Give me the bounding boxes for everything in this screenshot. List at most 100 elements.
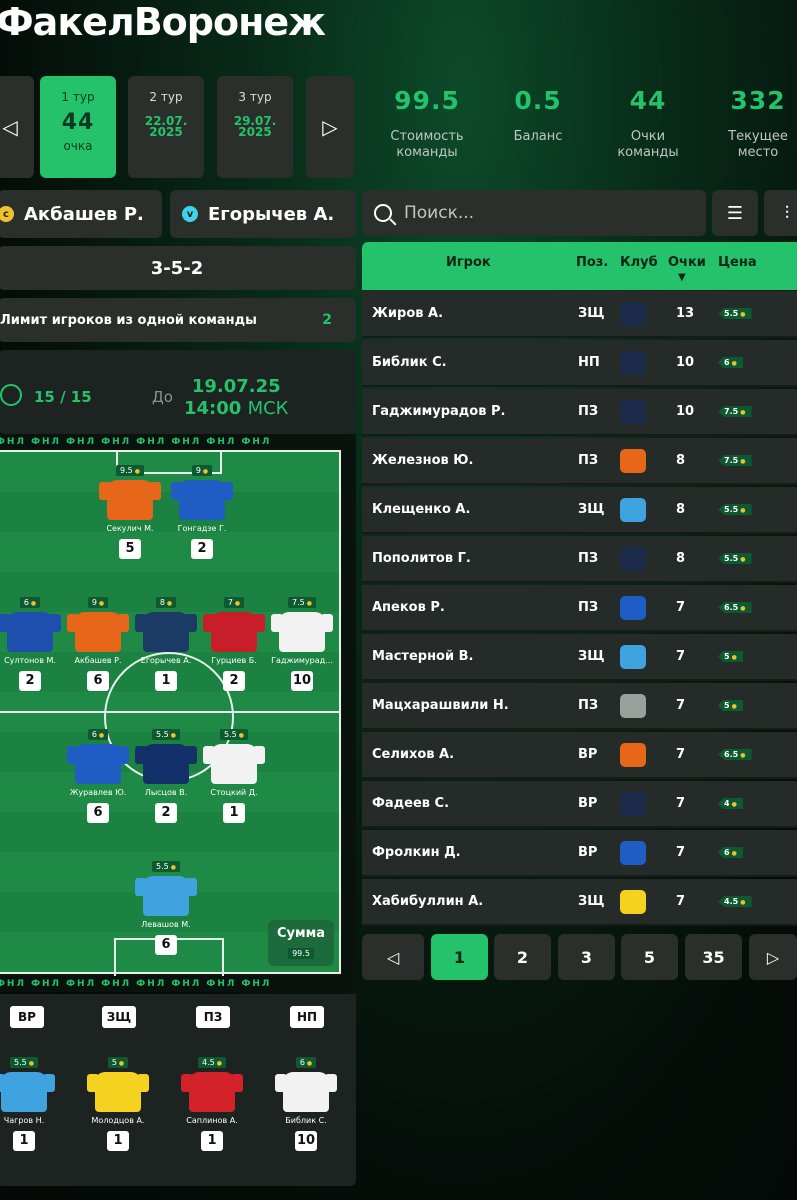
pitch-player[interactable]: 6 Султонов М. 2 [0,590,62,691]
player-name: Саплинов А. [186,1116,238,1125]
table-row[interactable]: Пополитов Г. ПЗ 8 5.5 [362,536,797,583]
jersey-icon [135,744,197,784]
row-price: 4.5 [718,896,752,907]
player-price: 6 [87,729,109,740]
player-price: 5.5 [220,729,248,740]
formation-selector[interactable]: 3-5-2 [0,246,356,290]
vice-captain-selector[interactable]: v Егорычев А. [170,190,356,238]
table-row[interactable]: Мастерной В. ЗЩ 7 5 [362,634,797,681]
player-name: Журавлев Ю. [69,788,127,797]
table-row[interactable]: Селихов А. ВР 7 6.5 [362,732,797,779]
player-points: 6 [87,671,109,691]
row-player-name: Библик С. [372,355,447,370]
row-player-name: Пополитов Г. [372,551,471,566]
filter-sliders-icon: ⫶ [784,202,790,224]
player-points: 2 [191,539,213,559]
row-price: 6 [718,847,743,858]
player-count-icon [0,384,22,406]
table-row[interactable]: Апеков Р. ПЗ 7 6.5 [362,585,797,632]
player-points: 2 [19,671,41,691]
round-card-2[interactable]: 2 тур 22.07. 2025 [128,76,204,178]
table-row[interactable]: Мацхарашвили Н. ПЗ 7 5 [362,683,797,730]
table-row[interactable]: Клещенко А. ЗЩ 8 5.5 [362,487,797,534]
player-price: 7.5 [288,597,316,608]
page-button[interactable]: 35 [685,934,742,980]
bench-player[interactable]: 5 Молодцов А. 1 [86,1050,150,1151]
row-position: ПЗ [578,698,599,713]
pitch-player[interactable]: 9 Акбашев Р. 6 [66,590,130,691]
table-row[interactable]: Гаджимурадов Р. ПЗ 10 7.5 [362,389,797,436]
pitch-player[interactable]: 8 Егорычев А. 1 [134,590,198,691]
table-row[interactable]: Фадеев С. ВР 7 4 [362,781,797,828]
jersey-icon [271,612,333,652]
row-position: ЗЩ [578,306,605,321]
page-next-button[interactable]: ▷ [749,934,797,980]
club-logo-icon [620,498,646,522]
bench-player[interactable]: 5.5 Чагров Н. 1 [0,1050,56,1151]
col-points[interactable]: Очки [668,255,706,270]
player-price: 4.5 [198,1057,226,1068]
col-club[interactable]: Клуб [620,255,658,270]
pitch-player[interactable]: 5.5 Лысцов В. 2 [134,722,198,823]
club-logo-icon [620,547,646,571]
row-position: ЗЩ [578,649,605,664]
sort-button[interactable]: ☰ [712,190,758,236]
jersey-icon [67,612,129,652]
table-row[interactable]: Библик С. НП 10 6 [362,340,797,387]
round-card-1[interactable]: 1 тур 44 очка [40,76,116,178]
chevron-right-icon: ▷ [322,115,338,139]
table-row[interactable]: Железнов Ю. ПЗ 8 7.5 [362,438,797,485]
page-button[interactable]: 5 [621,934,678,980]
team-name: ФакелВоронеж [0,0,326,44]
row-position: ПЗ [578,600,599,615]
player-name: Гурциев Б. [211,656,257,665]
row-player-name: Гаджимурадов Р. [372,404,506,419]
pitch-player[interactable]: 7.5 Гаджимурад... 10 [270,590,334,691]
col-pos[interactable]: Поз. [576,255,608,270]
players-table-header: Игрок Поз. Клуб Очки ▼ Цена [362,242,797,290]
pitch-player[interactable]: 9.5 Секулич М. 5 [98,458,162,559]
page-button[interactable]: 3 [558,934,615,980]
row-price: 5 [718,700,743,711]
table-row[interactable]: Хабибуллин А. ЗЩ 7 4.5 [362,879,797,926]
pitch-player[interactable]: 5.5 Левашов М. 6 [134,854,198,955]
club-logo-icon [620,841,646,865]
row-position: ПЗ [578,404,599,419]
player-name: Стоцкий Д. [210,788,258,797]
player-name: Секулич М. [106,524,154,533]
player-price: 9 [191,465,213,476]
pitch-player[interactable]: 9 Гонгадзе Г. 2 [170,458,234,559]
row-position: ПЗ [578,551,599,566]
pitch-player[interactable]: 7 Гурциев Б. 2 [202,590,266,691]
col-price[interactable]: Цена [718,255,757,270]
page-button[interactable]: 2 [494,934,551,980]
row-price: 5.5 [718,308,752,319]
bench-player[interactable]: 6 Библик С. 10 [274,1050,338,1151]
bench-tag-mid: ПЗ [196,1006,230,1028]
round-prev-button[interactable]: ◁ [0,76,34,178]
filter-button[interactable]: ⫶ [764,190,797,236]
row-position: ВР [578,845,598,860]
col-player[interactable]: Игрок [446,255,491,270]
player-points: 2 [155,803,177,823]
pitch-player[interactable]: 6 Журавлев Ю. 6 [66,722,130,823]
team-limit-row: Лимит игроков из одной команды 2 [0,298,356,342]
table-row[interactable]: Фролкин Д. ВР 7 6 [362,830,797,877]
round-next-button[interactable]: ▷ [306,76,354,178]
captain-badge: c [0,206,14,222]
row-price: 4 [718,798,743,809]
search-input[interactable]: Поиск... [404,203,474,223]
table-row[interactable]: Жиров А. ЗЩ 13 5.5 [362,291,797,338]
page-button[interactable]: 1 [431,934,488,980]
round-card-3[interactable]: 3 тур 29.07. 2025 [217,76,293,178]
player-points: 10 [291,671,313,691]
captain-selector[interactable]: c Акбашев Р. [0,190,162,238]
row-player-name: Селихов А. [372,747,455,762]
pitch-player[interactable]: 5.5 Стоцкий Д. 1 [202,722,266,823]
page-prev-button[interactable]: ◁ [362,934,424,980]
player-price: 6 [19,597,41,608]
chevron-left-icon: ◁ [386,947,400,967]
bench-player[interactable]: 4.5 Саплинов А. 1 [180,1050,244,1151]
search-box[interactable]: Поиск... [362,190,706,236]
player-name: Гонгадзе Г. [177,524,227,533]
